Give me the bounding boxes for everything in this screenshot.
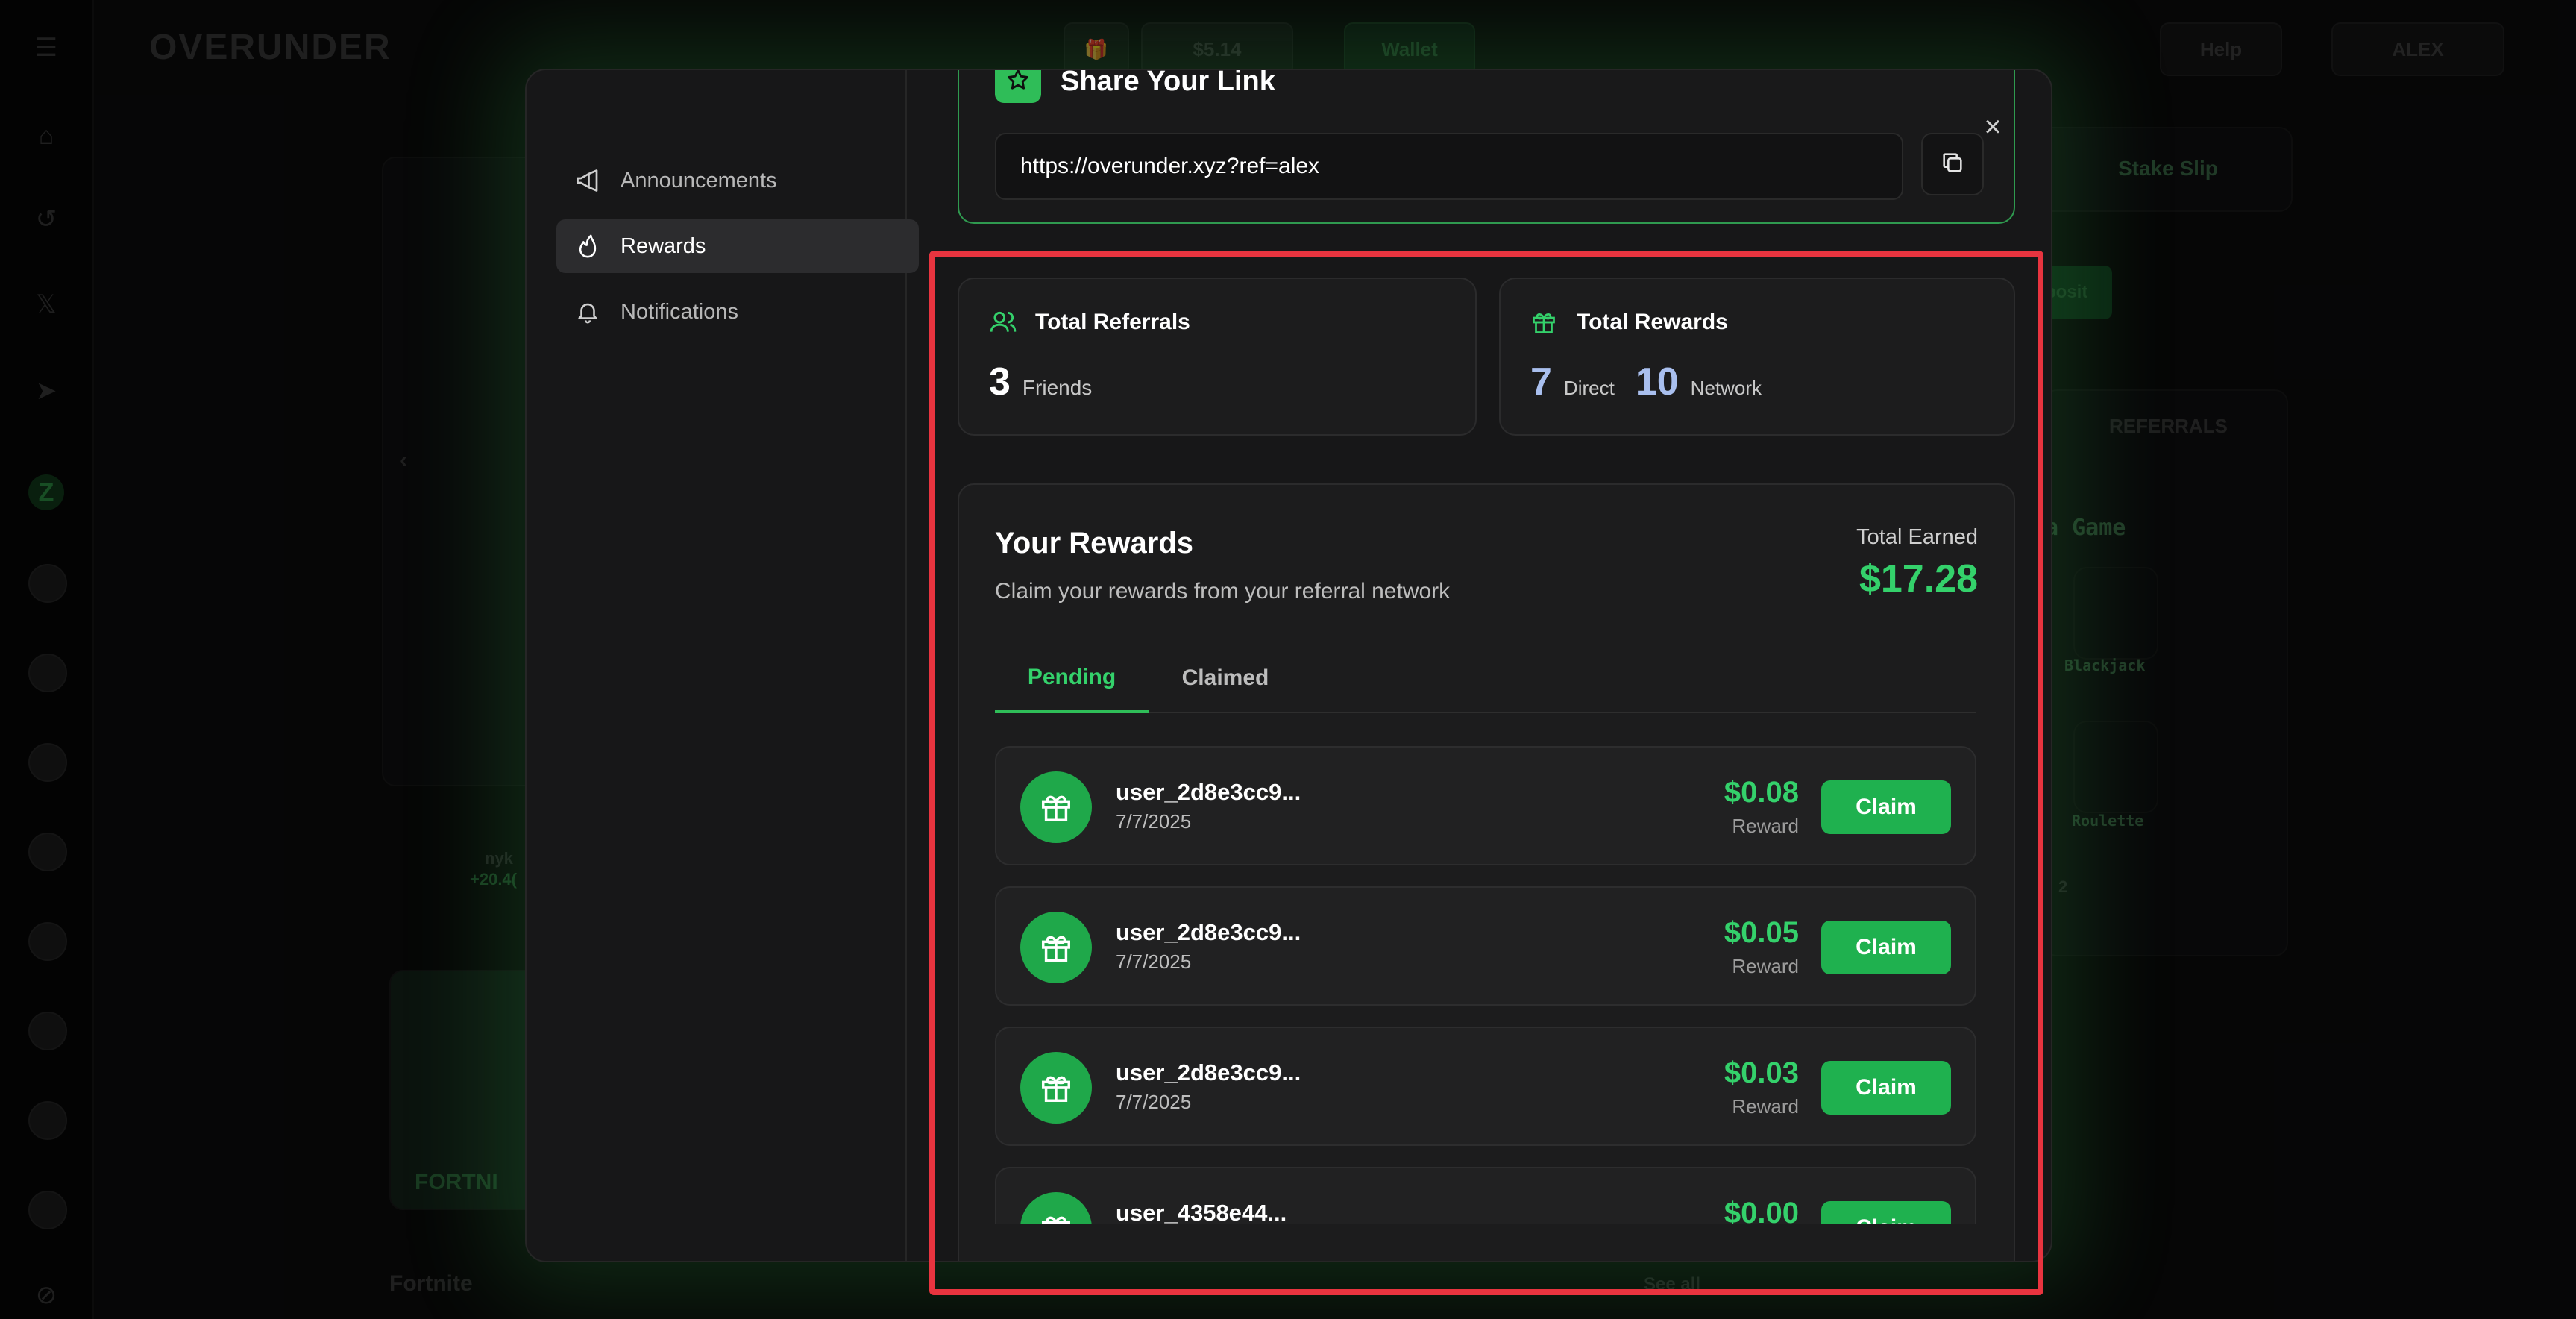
modal-content: Share Your Link × Total Referrals 3 Frie…	[907, 70, 2051, 1261]
reward-date: 7/7/2025	[1116, 950, 1192, 973]
flame-icon	[573, 231, 603, 261]
copy-icon	[1940, 150, 1965, 179]
your-rewards-card: Your Rewards Claim your rewards from you…	[958, 483, 2015, 1261]
reward-user: user_2d8e3cc9...	[1116, 779, 1301, 805]
nav-item-rewards[interactable]: Rewards	[556, 219, 919, 273]
total-earned-label: Total Earned	[1856, 525, 1978, 549]
gift-icon	[1020, 1052, 1092, 1124]
reward-user: user_2d8e3cc9...	[1116, 919, 1301, 945]
total-rewards-label: Total Rewards	[1577, 310, 1728, 334]
reward-row: user_2d8e3cc9... 7/7/2025 $0.08 Reward C…	[995, 746, 1976, 865]
claim-button[interactable]: Claim	[1821, 1061, 1951, 1115]
reward-date: 7/7/2025	[1116, 1091, 1192, 1113]
reward-amount: $0.08	[1724, 776, 1799, 809]
rewards-modal: Announcements Rewards Notifications Shar…	[525, 69, 2052, 1262]
total-rewards-card: Total Rewards 7 Direct 10 Network	[1499, 278, 2015, 436]
modal-sidebar: Announcements Rewards Notifications	[527, 70, 919, 1261]
nav-item-announcements[interactable]: Announcements	[556, 154, 919, 207]
claim-button[interactable]: Claim	[1821, 921, 1951, 974]
bell-icon	[573, 297, 603, 327]
close-modal-button[interactable]: ×	[1972, 106, 2014, 148]
gift-icon	[1020, 1192, 1092, 1224]
nav-item-notifications[interactable]: Notifications	[556, 285, 919, 339]
reward-amount-label: Reward	[1732, 955, 1799, 977]
referral-count: 3	[989, 360, 1011, 404]
share-link-card: Share Your Link	[958, 70, 2015, 224]
share-title: Share Your Link	[1061, 70, 1275, 97]
referral-link-input[interactable]	[995, 133, 1903, 200]
gift-icon	[1020, 912, 1092, 983]
reward-amount: $0.03	[1724, 1056, 1799, 1089]
total-earned-value: $17.28	[1859, 557, 1978, 601]
reward-amount: $0.05	[1724, 916, 1799, 949]
reward-row: user_2d8e3cc9... 7/7/2025 $0.03 Reward C…	[995, 1027, 1976, 1146]
network-count: 10	[1635, 360, 1679, 404]
gift-icon	[1020, 771, 1092, 843]
tab-pending[interactable]: Pending	[995, 645, 1149, 713]
reward-amount: $0.00	[1724, 1197, 1799, 1224]
reward-amount-label: Reward	[1732, 815, 1799, 837]
reward-user: user_2d8e3cc9...	[1116, 1059, 1301, 1085]
tab-claimed[interactable]: Claimed	[1149, 645, 1302, 712]
your-rewards-subtitle: Claim your rewards from your referral ne…	[995, 579, 1451, 604]
megaphone-icon	[573, 166, 603, 195]
total-referrals-card: Total Referrals 3 Friends	[958, 278, 1477, 436]
referral-unit: Friends	[1022, 376, 1093, 399]
claim-button[interactable]: Claim	[1821, 1201, 1951, 1224]
gift-icon	[1530, 307, 1560, 337]
nav-label: Rewards	[621, 234, 706, 258]
claim-button[interactable]: Claim	[1821, 780, 1951, 834]
reward-row: user_4358e44... $0.00 Claim	[995, 1167, 1976, 1224]
star-icon	[995, 70, 1041, 103]
your-rewards-title: Your Rewards	[995, 527, 1193, 560]
direct-count: 7	[1530, 360, 1552, 404]
close-icon: ×	[1984, 110, 2002, 143]
reward-row: user_2d8e3cc9... 7/7/2025 $0.05 Reward C…	[995, 886, 1976, 1006]
reward-amount-label: Reward	[1732, 1095, 1799, 1118]
reward-date: 7/7/2025	[1116, 810, 1192, 833]
rewards-list[interactable]: user_2d8e3cc9... 7/7/2025 $0.08 Reward C…	[995, 746, 1979, 1224]
rewards-tabs: Pending Claimed	[995, 645, 1976, 713]
users-icon	[989, 307, 1019, 337]
total-referrals-label: Total Referrals	[1035, 310, 1190, 334]
direct-label: Direct	[1563, 377, 1615, 399]
nav-label: Announcements	[621, 168, 777, 192]
nav-label: Notifications	[621, 299, 738, 324]
network-label: Network	[1690, 377, 1762, 399]
reward-user: user_4358e44...	[1116, 1200, 1287, 1224]
